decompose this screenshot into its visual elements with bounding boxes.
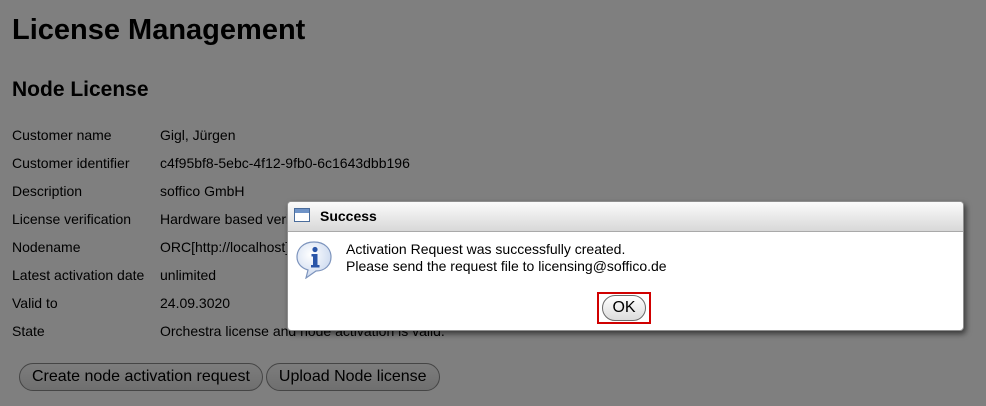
dialog-message-line: Activation Request was successfully crea… (346, 241, 626, 257)
info-icon (296, 241, 332, 279)
dialog-titlebar[interactable]: Success (288, 202, 963, 232)
ok-button[interactable]: OK (602, 295, 646, 321)
window-icon (294, 208, 310, 222)
success-dialog: Success Activation Request was successfu… (287, 201, 964, 331)
dialog-message-line: Please send the request file to licensin… (346, 258, 667, 274)
dialog-title: Success (320, 208, 377, 224)
dialog-message: Activation Request was successfully crea… (346, 241, 667, 275)
ok-button-highlight: OK (597, 292, 651, 324)
